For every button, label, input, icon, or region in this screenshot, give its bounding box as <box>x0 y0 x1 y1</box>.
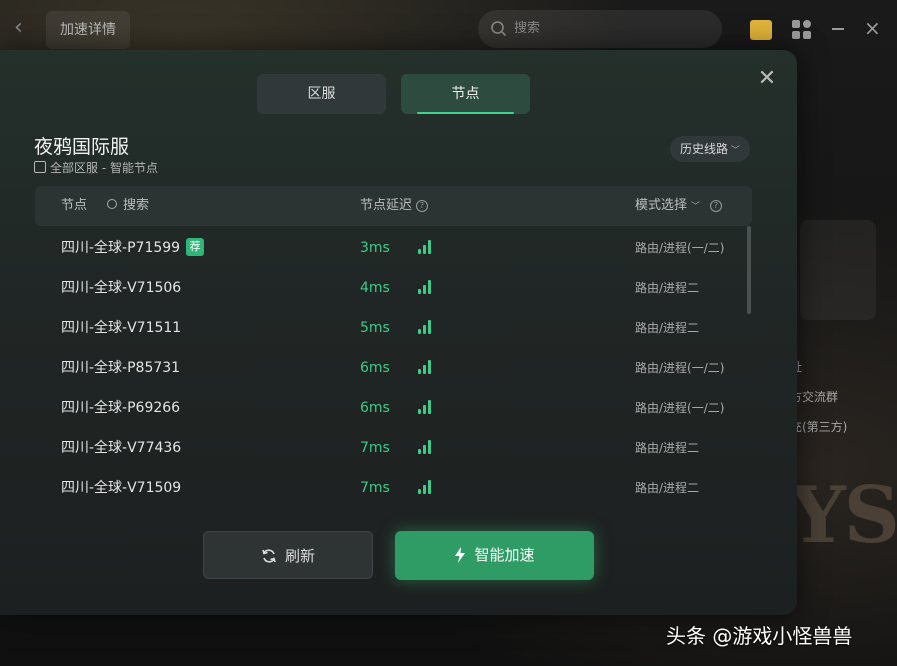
tab-label: 节点 <box>451 86 480 102</box>
node-name: 四川-全球-V71506 <box>61 280 182 296</box>
node-latency: 6ms <box>360 360 390 376</box>
search-icon <box>107 199 117 209</box>
help-icon[interactable]: ? <box>416 200 429 212</box>
minimize-icon[interactable] <box>832 28 844 30</box>
apps-grid-icon[interactable] <box>792 20 812 40</box>
column-mode-label: 模式选择 <box>635 198 688 213</box>
column-delay: 节点延迟? <box>360 186 429 226</box>
back-arrow-icon[interactable]: ‹ <box>14 16 34 40</box>
search-input[interactable]: 搜索 <box>478 10 722 48</box>
column-delay-label: 节点延迟 <box>360 198 413 213</box>
node-latency: 7ms <box>360 440 390 456</box>
smart-accelerate-button[interactable]: 智能加速 <box>395 531 594 580</box>
node-name: 四川-全球-V77436 <box>61 440 182 456</box>
active-tab-indicator <box>417 112 514 114</box>
close-icon[interactable]: ✕ <box>756 68 778 90</box>
signal-icon <box>418 320 432 334</box>
table-row[interactable]: 四川-全球-P85731 6ms 路由/进程(一/二) <box>35 348 741 388</box>
signal-icon <box>418 280 432 294</box>
node-latency: 5ms <box>360 320 390 336</box>
node-latency: 7ms <box>360 480 390 496</box>
background-text: 方交流群 <box>790 390 839 404</box>
help-icon[interactable]: ? <box>710 200 723 212</box>
table-row[interactable]: 四川-全球-V71506 4ms 路由/进程二 <box>35 268 741 308</box>
smart-accelerate-label: 智能加速 <box>474 546 535 564</box>
background-game-logo: YS <box>790 470 897 561</box>
history-routes-label: 历史线路 <box>679 142 728 156</box>
search-placeholder: 搜索 <box>514 21 541 36</box>
region-node-info: 全部区服 - 智能节点 <box>34 159 158 176</box>
table-row[interactable]: 四川-全球-P71599 荐 3ms 路由/进程(一/二) <box>35 228 741 268</box>
game-title: 夜鸦国际服 <box>34 136 130 158</box>
node-name: 四川-全球-P69266 <box>61 400 181 416</box>
chevron-down-icon: ﹀ <box>731 146 741 156</box>
accelerate-detail-dialog: ✕ 区服 节点 夜鸦国际服 全部区服 - 智能节点 历史线路 ﹀ 节点 搜索 节点… <box>0 50 797 615</box>
background-text: 充(第三方) <box>790 420 848 434</box>
page-title: 加速详情 <box>46 11 130 49</box>
table-row[interactable]: 四川-全球-V77436 7ms 路由/进程二 <box>35 428 741 468</box>
history-routes-button[interactable]: 历史线路 ﹀ <box>670 136 750 162</box>
lightning-icon <box>455 547 466 563</box>
table-row[interactable]: 四川-全球-V71511 5ms 路由/进程二 <box>35 308 741 348</box>
node-mode: 路由/进程二 <box>635 481 700 495</box>
tab-region[interactable]: 区服 <box>257 74 386 114</box>
node-list: 四川-全球-P71599 荐 3ms 路由/进程(一/二) 四川-全球-V7150… <box>35 228 741 508</box>
node-search-placeholder: 搜索 <box>123 198 150 213</box>
mode-select-dropdown[interactable]: 模式选择 ﹀? <box>635 186 723 227</box>
node-name: 四川-全球-P71599 荐 <box>61 228 205 268</box>
node-latency: 3ms <box>360 240 390 256</box>
server-icon <box>34 161 46 173</box>
refresh-button[interactable]: 刷新 <box>203 531 373 579</box>
node-name: 四川-全球-P85731 <box>61 360 181 376</box>
table-row[interactable]: 四川-全球-P69266 6ms 路由/进程(一/二) <box>35 388 741 428</box>
node-mode: 路由/进程二 <box>635 321 700 335</box>
signal-icon <box>418 400 432 414</box>
node-search-input[interactable]: 搜索 <box>107 186 149 226</box>
node-latency: 6ms <box>360 400 390 416</box>
recommended-badge: 荐 <box>186 238 205 256</box>
background-panel <box>800 220 876 320</box>
window-close-icon[interactable]: × <box>864 16 881 40</box>
watermark: 头条 @游戏小怪兽兽 <box>666 624 853 648</box>
node-name: 四川-全球-V71511 <box>61 320 182 336</box>
tab-node[interactable]: 节点 <box>401 74 530 114</box>
node-mode: 路由/进程(一/二) <box>635 241 725 255</box>
refresh-label: 刷新 <box>284 547 315 565</box>
node-name: 四川-全球-V71509 <box>61 480 182 496</box>
node-name-text: 四川-全球-P71599 <box>61 240 181 256</box>
node-mode: 路由/进程二 <box>635 281 700 295</box>
table-header: 节点 搜索 节点延迟? 模式选择 ﹀? <box>35 186 752 226</box>
column-node: 节点 <box>61 198 88 213</box>
node-mode: 路由/进程(一/二) <box>635 401 725 415</box>
node-latency: 4ms <box>360 280 390 296</box>
signal-icon <box>418 240 432 254</box>
signal-icon <box>418 360 432 374</box>
signal-icon <box>418 480 432 494</box>
node-mode: 路由/进程二 <box>635 441 700 455</box>
table-row[interactable]: 四川-全球-V71509 7ms 路由/进程二 <box>35 468 741 508</box>
refresh-icon <box>262 549 276 563</box>
chevron-down-icon: ﹀ <box>691 202 701 212</box>
gift-icon[interactable] <box>750 20 772 40</box>
tab-label: 区服 <box>307 86 336 102</box>
scrollbar[interactable] <box>747 226 751 314</box>
signal-icon <box>418 440 432 454</box>
region-node-text: 全部区服 - 智能节点 <box>50 161 158 175</box>
search-icon <box>491 21 507 37</box>
node-mode: 路由/进程(一/二) <box>635 361 725 375</box>
